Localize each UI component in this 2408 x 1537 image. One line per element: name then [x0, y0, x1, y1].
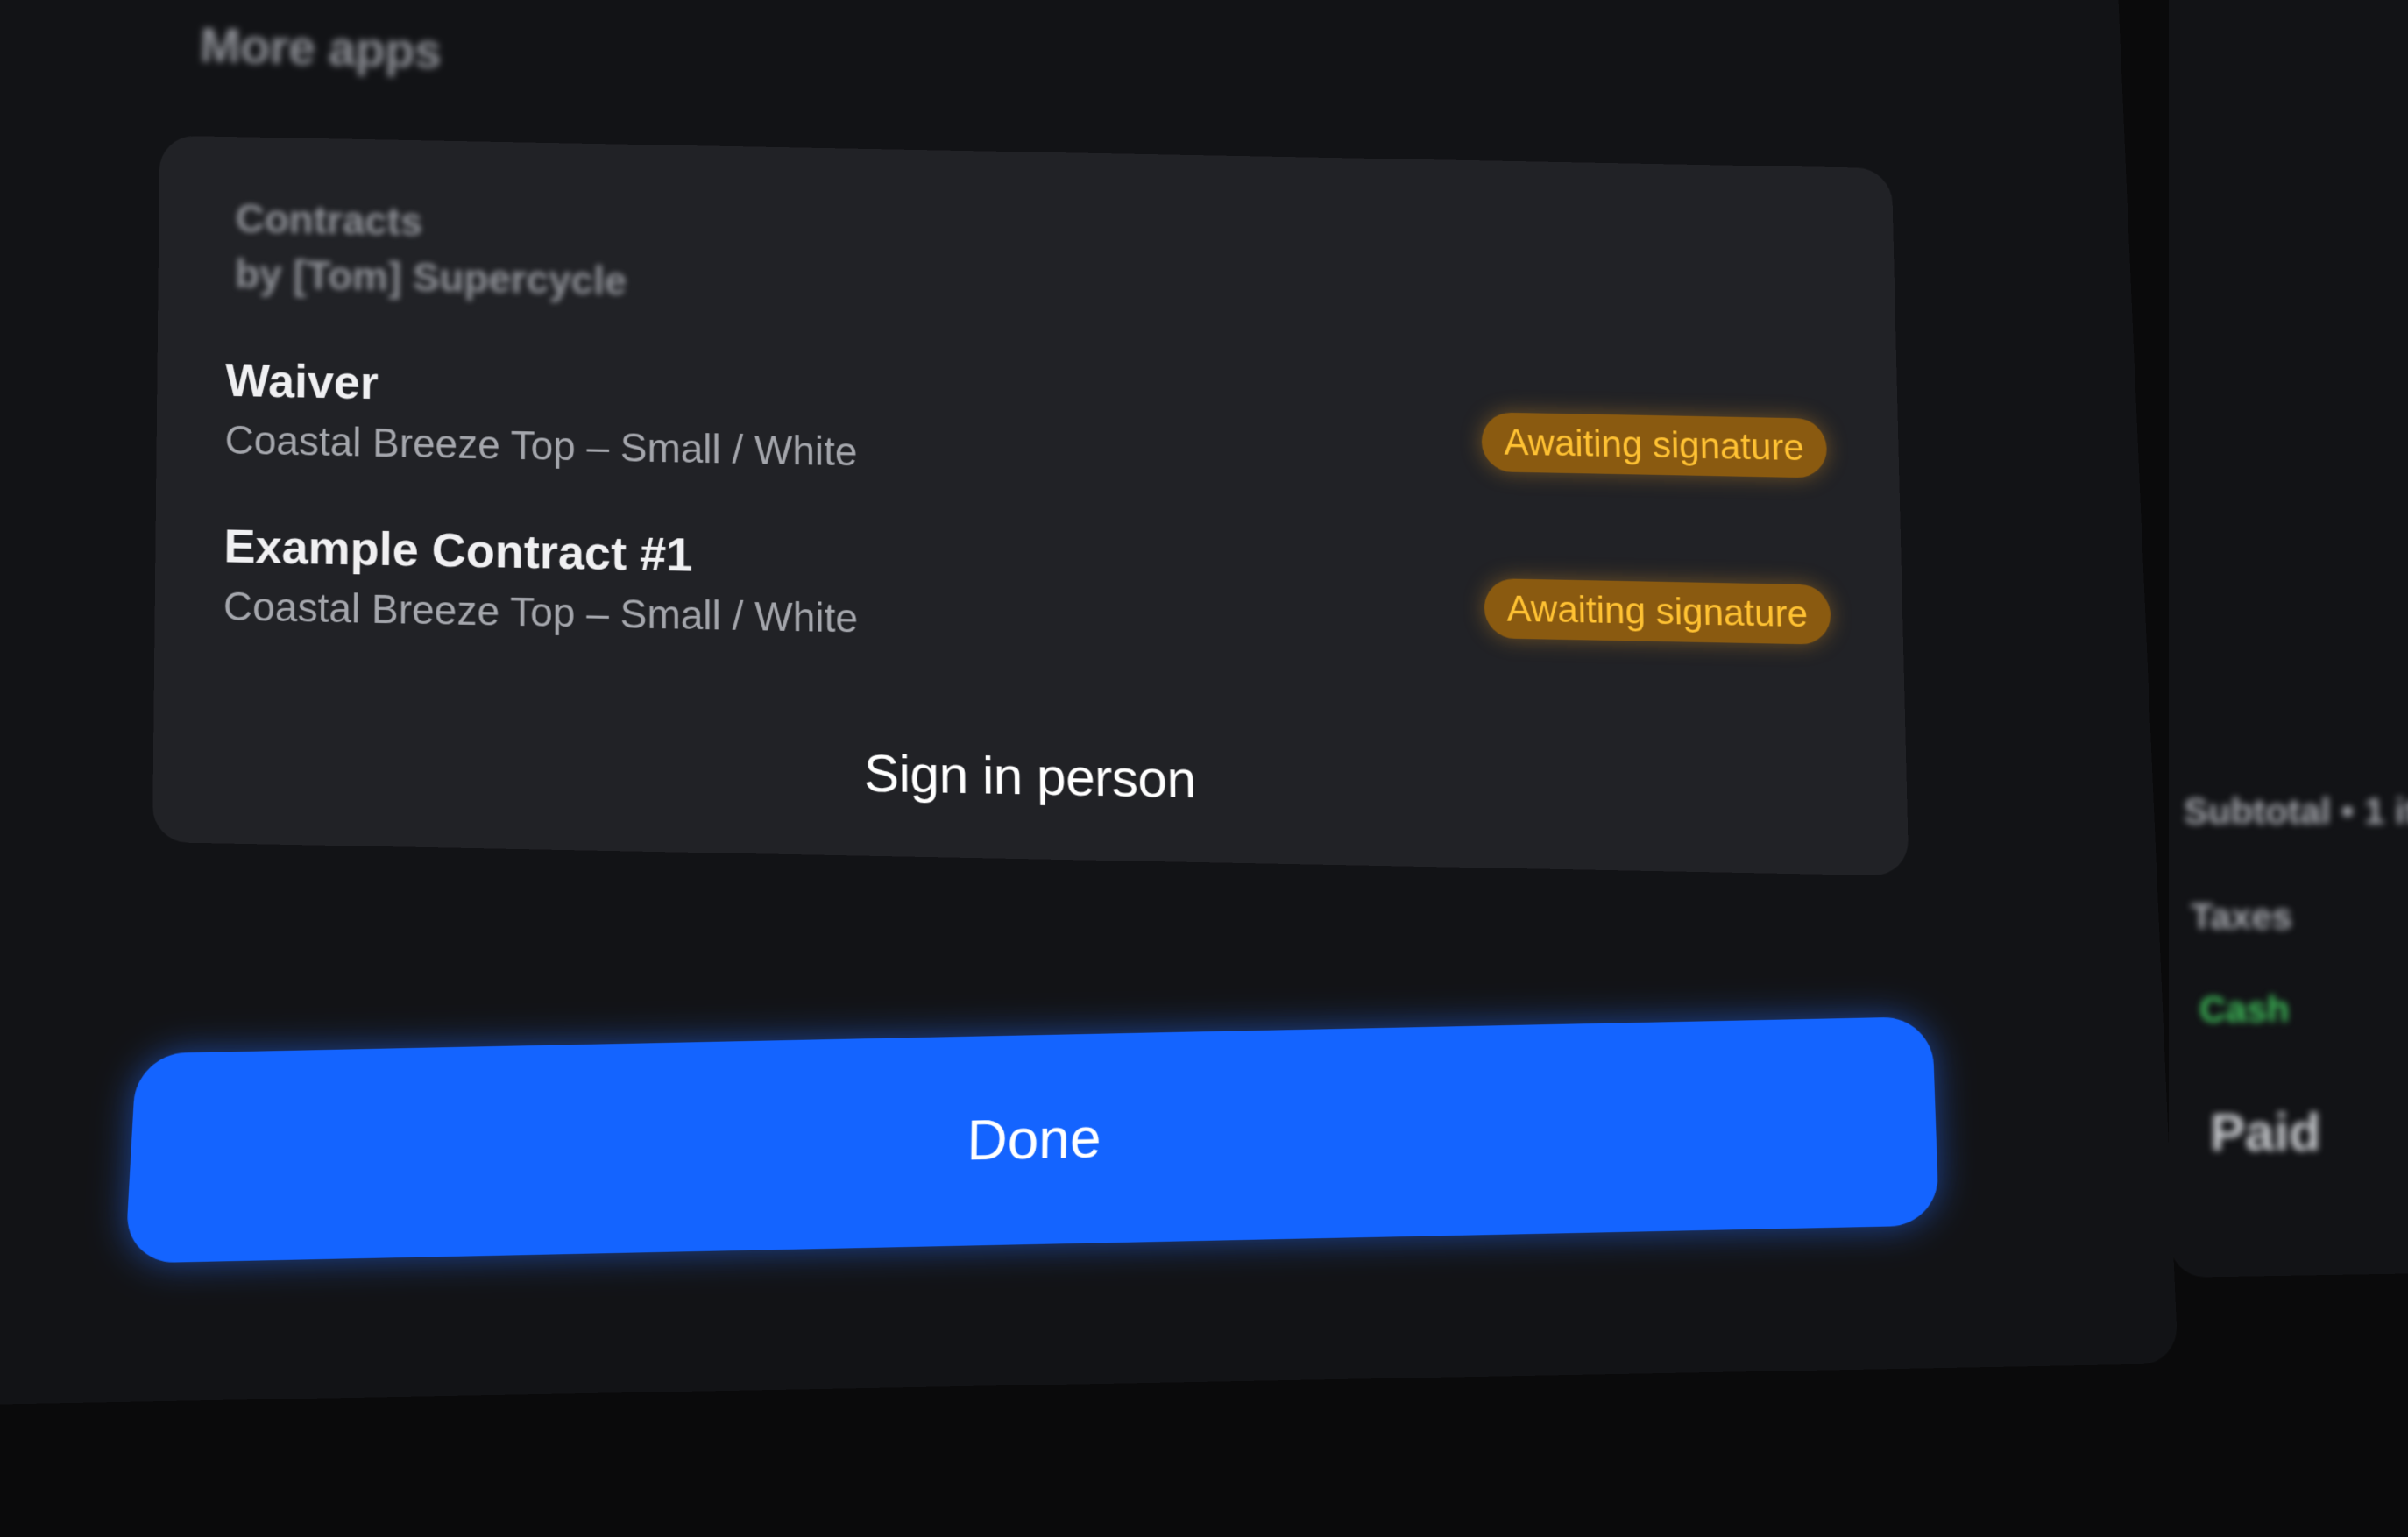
order-summary-panel	[2169, 0, 2408, 1278]
contract-product: Coastal Breeze Top – Small / White	[224, 416, 858, 475]
section-title-more-apps: More apps	[199, 17, 443, 79]
screen: More apps Contracts by [Tom] Supercycle …	[0, 0, 2408, 1537]
contracts-app-card: Contracts by [Tom] Supercycle Waiver Coa…	[152, 135, 1909, 876]
contract-product: Coastal Breeze Top – Small / White	[223, 583, 859, 641]
card-header: Contracts by [Tom] Supercycle	[235, 190, 627, 308]
app-author: by [Tom] Supercycle	[235, 251, 627, 304]
sign-in-person-button[interactable]: Sign in person	[153, 729, 1908, 824]
status-badge: Awaiting signature	[1483, 577, 1831, 645]
contract-title: Example Contract #1	[223, 520, 693, 582]
contract-row-example-1[interactable]: Example Contract #1 Coastal Breeze Top –…	[223, 519, 1831, 682]
status-badge: Awaiting signature	[1480, 412, 1828, 478]
subtotal-label: Subtotal • 1 ite	[2184, 790, 2408, 832]
cash-label: Cash	[2199, 988, 2290, 1030]
contract-title: Waiver	[224, 354, 379, 410]
done-button[interactable]: Done	[124, 1016, 1940, 1264]
paid-label: Paid	[2210, 1103, 2321, 1162]
app-name: Contracts	[235, 195, 423, 244]
contract-row-waiver[interactable]: Waiver Coastal Breeze Top – Small / Whit…	[224, 353, 1828, 514]
taxes-label: Taxes	[2191, 896, 2292, 937]
